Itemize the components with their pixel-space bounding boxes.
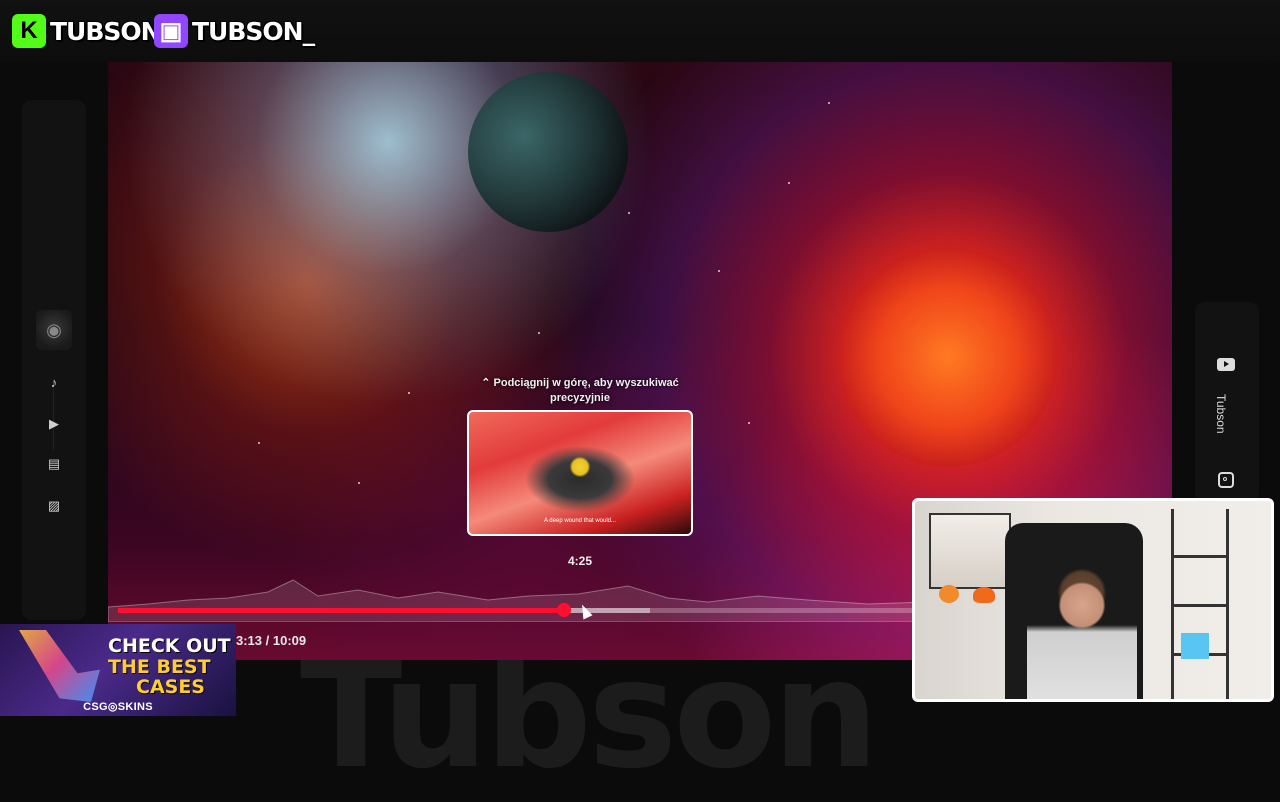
preview-caption: A deep wound that would... — [543, 518, 617, 524]
preview-timestamp: 4:25 — [567, 554, 593, 568]
kick-logo-icon: K — [12, 14, 46, 48]
music-note-icon[interactable]: ♪ — [42, 370, 66, 394]
youtube-icon[interactable] — [1217, 358, 1235, 371]
twitch-logo-icon: ▣ — [154, 14, 188, 48]
image-icon[interactable]: ▨ — [42, 494, 66, 518]
webcam-figure — [1181, 633, 1209, 659]
instagram-icon[interactable] — [1218, 472, 1234, 488]
planet-visual — [468, 72, 628, 232]
left-sidebar: ◉ ♪ ▶ ▤ ▨ — [22, 100, 86, 620]
social-channel-name[interactable]: Tubson — [1214, 394, 1228, 434]
sun-visual — [838, 247, 1058, 467]
background-watermark: Tubson — [300, 628, 879, 802]
webcam-streamer — [1027, 569, 1137, 699]
twitch-channel-name: TUBSON_ — [192, 16, 315, 46]
social-links-panel: Tubson — [1195, 302, 1259, 502]
webcam-shelf — [1171, 509, 1229, 699]
kick-channel-name: TUBSON — [50, 16, 162, 46]
time-display: 3:13 / 10:09 — [236, 633, 307, 648]
sponsor-line-2: THE BEST — [108, 656, 211, 678]
progress-scrubber[interactable] — [556, 603, 571, 617]
sponsor-banner[interactable]: CHECK OUT THE BEST CASES CSG◎SKINS — [0, 624, 236, 716]
seek-hint: ⌃ Podciągnij w górę, aby wyszukiwać prec… — [481, 377, 679, 404]
twitch-branding: ▣ TUBSON_ — [154, 12, 315, 50]
webcam-plush — [939, 585, 959, 603]
seek-preview-thumbnail: A deep wound that would... — [467, 410, 693, 536]
webcam-monitor — [929, 513, 1011, 589]
clapperboard-icon[interactable]: ▤ — [42, 452, 66, 476]
progress-fill — [118, 608, 564, 613]
webcam-plush — [973, 587, 995, 603]
sponsor-brand: CSG◎SKINS — [83, 701, 153, 713]
sponsor-line-1: CHECK OUT — [108, 635, 231, 657]
knife-graphic — [19, 630, 100, 702]
kick-branding: K TUBSON — [12, 12, 162, 50]
avatar[interactable]: ◉ — [36, 310, 72, 350]
webcam-overlay — [912, 498, 1274, 702]
video-play-icon[interactable]: ▶ — [42, 412, 66, 436]
sponsor-line-3: CASES — [136, 676, 205, 698]
